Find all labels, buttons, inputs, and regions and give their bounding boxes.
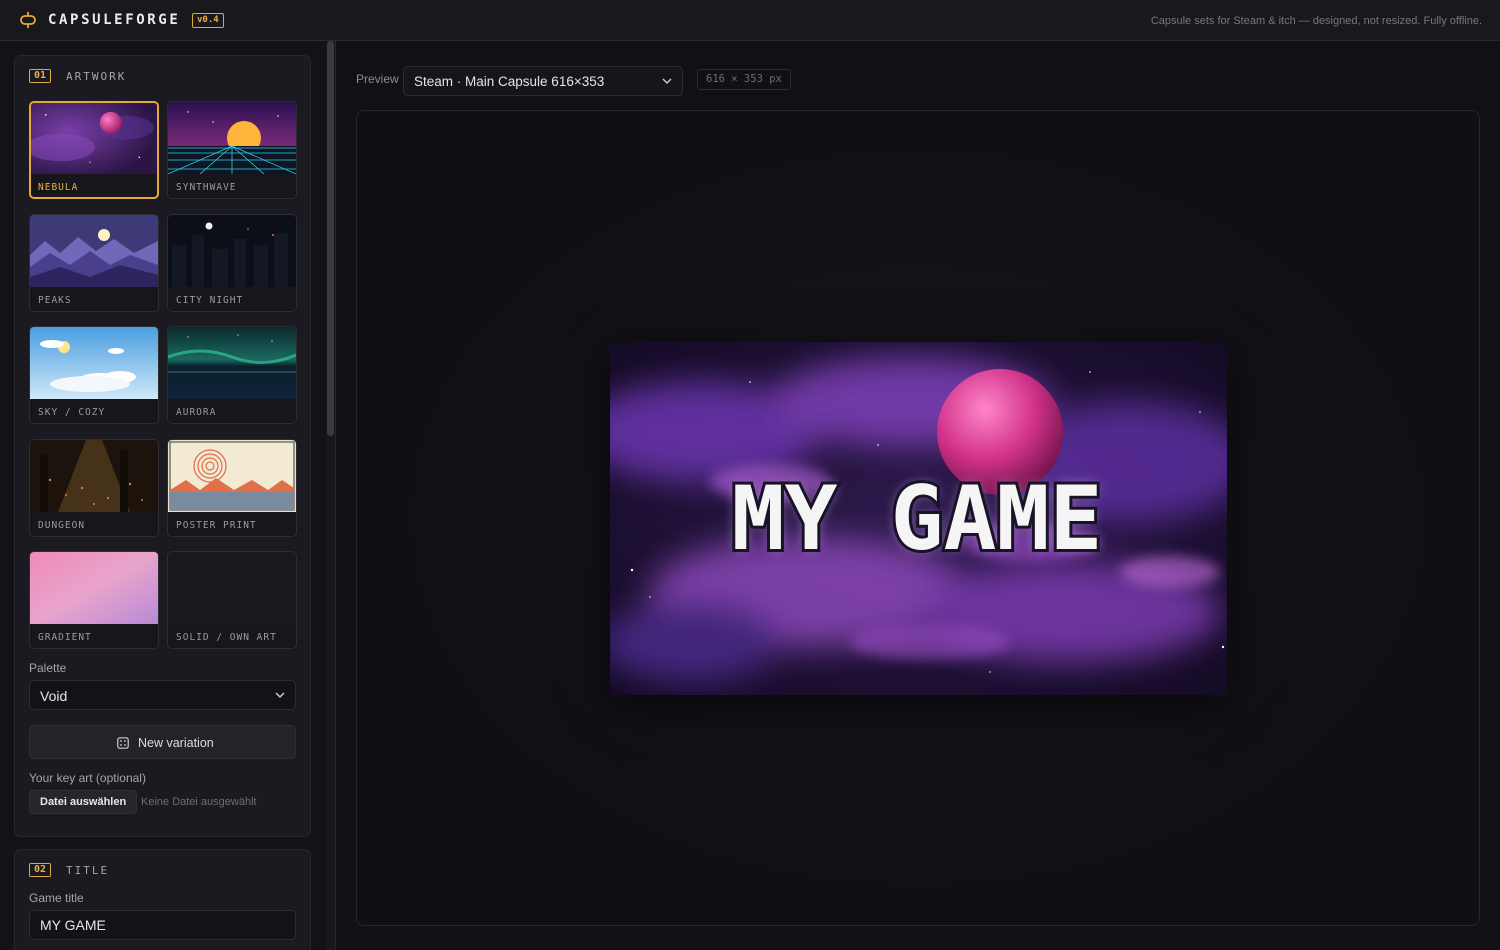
key-art-label: Your key art (optional) bbox=[29, 771, 146, 785]
artwork-tile-gradient[interactable]: GRADIENT bbox=[29, 551, 159, 649]
artwork-tile-poster-print[interactable]: POSTER PRINT bbox=[167, 439, 297, 537]
sidebar: 01 ARTWORK NEBULA SYNTHWAVE PEAKS CITY N… bbox=[0, 41, 336, 950]
scrollbar-thumb[interactable] bbox=[327, 41, 334, 436]
main-area: Preview Steam · Main Capsule 616×353 616… bbox=[336, 41, 1500, 950]
nebula-capsule-art: MY GAME MY GAME bbox=[610, 342, 1227, 695]
choose-file-button[interactable]: Datei auswählen bbox=[29, 790, 138, 814]
artwork-panel: 01 ARTWORK NEBULA SYNTHWAVE PEAKS CITY N… bbox=[14, 55, 311, 837]
title-panel: 02 TITLE Game title bbox=[14, 849, 311, 950]
artwork-tile-peaks[interactable]: PEAKS bbox=[29, 214, 159, 312]
artwork-tile-solid-own-art[interactable]: SOLID / OWN ART bbox=[167, 551, 297, 649]
tile-label: GRADIENT bbox=[38, 632, 92, 643]
solid-thumbnail bbox=[168, 552, 296, 624]
palette-value: Void bbox=[40, 688, 68, 704]
artwork-tile-nebula[interactable]: NEBULA bbox=[29, 101, 159, 199]
tile-label: POSTER PRINT bbox=[176, 520, 257, 531]
section-number: 02 bbox=[29, 863, 52, 877]
file-status: Keine Datei ausgewählt bbox=[141, 796, 257, 808]
sky-cozy-thumbnail bbox=[30, 327, 158, 399]
preview-label: Preview bbox=[356, 72, 399, 86]
tile-label: SYNTHWAVE bbox=[176, 182, 237, 193]
peaks-thumbnail bbox=[30, 215, 158, 287]
artwork-tile-dungeon[interactable]: DUNGEON bbox=[29, 439, 159, 537]
tagline: Capsule sets for Steam & itch — designed… bbox=[1150, 15, 1482, 27]
dimensions-badge: 616 × 353 px bbox=[697, 69, 791, 90]
artwork-tile-city-night[interactable]: CITY NIGHT bbox=[167, 214, 297, 312]
dungeon-thumbnail bbox=[30, 440, 158, 512]
chevron-down-icon bbox=[662, 78, 672, 85]
sidebar-scrollbar[interactable] bbox=[326, 41, 335, 950]
app-name: CAPSULEFORGE bbox=[48, 12, 181, 28]
poster-print-thumbnail bbox=[168, 440, 296, 512]
section-label: TITLE bbox=[66, 864, 110, 877]
section-label: ARTWORK bbox=[66, 70, 127, 83]
game-title-label: Game title bbox=[29, 891, 84, 905]
new-variation-label: New variation bbox=[138, 736, 214, 750]
artwork-tile-sky-cozy[interactable]: SKY / COZY bbox=[29, 326, 159, 424]
tile-label: AURORA bbox=[176, 407, 217, 418]
artwork-tile-aurora[interactable]: AURORA bbox=[167, 326, 297, 424]
preview-format-select[interactable]: Steam · Main Capsule 616×353 bbox=[403, 66, 683, 96]
new-variation-button[interactable]: New variation bbox=[29, 725, 296, 759]
city-night-thumbnail bbox=[168, 215, 296, 287]
tile-label: PEAKS bbox=[38, 295, 72, 306]
aurora-thumbnail bbox=[168, 327, 296, 399]
synthwave-thumbnail bbox=[168, 102, 296, 174]
app-header: CAPSULEFORGE v0.4 Capsule sets for Steam… bbox=[0, 0, 1500, 41]
capsule-title: MY GAME bbox=[732, 467, 1103, 570]
chevron-down-icon bbox=[275, 692, 285, 699]
capsule-preview: MY GAME MY GAME bbox=[610, 342, 1227, 695]
dice-icon bbox=[117, 737, 129, 749]
tile-label: DUNGEON bbox=[38, 520, 86, 531]
gradient-thumbnail bbox=[30, 552, 158, 624]
palette-select[interactable]: Void bbox=[29, 680, 296, 710]
preview-stage: MY GAME MY GAME bbox=[356, 110, 1480, 926]
version-badge: v0.4 bbox=[192, 13, 224, 28]
game-title-input[interactable] bbox=[29, 910, 296, 940]
nebula-thumbnail bbox=[31, 103, 157, 174]
tile-label: SKY / COZY bbox=[38, 407, 106, 418]
tile-label: NEBULA bbox=[38, 182, 79, 193]
section-number: 01 bbox=[29, 69, 52, 83]
preview-format-value: Steam · Main Capsule 616×353 bbox=[414, 74, 605, 89]
palette-label: Palette bbox=[29, 661, 67, 675]
artwork-tile-synthwave[interactable]: SYNTHWAVE bbox=[167, 101, 297, 199]
tile-label: CITY NIGHT bbox=[176, 295, 244, 306]
capsule-logo-icon bbox=[20, 12, 36, 28]
tile-label: SOLID / OWN ART bbox=[176, 632, 277, 643]
